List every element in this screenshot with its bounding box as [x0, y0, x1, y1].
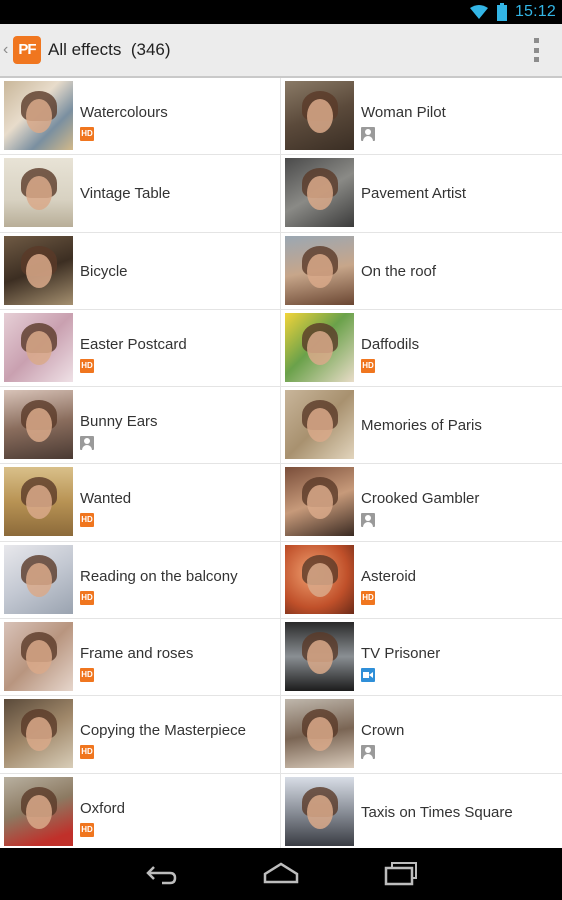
page-title: All effects (346) [48, 40, 171, 59]
effect-item[interactable]: TV Prisoner [281, 619, 562, 697]
effect-thumbnail [4, 699, 73, 769]
hd-badge: HD [361, 590, 375, 605]
person-icon [80, 436, 94, 451]
effect-item[interactable]: Wanted HD [0, 464, 281, 542]
effect-thumbnail [285, 776, 354, 846]
hd-badge: HD [80, 513, 94, 528]
effect-name: Bicycle [80, 262, 128, 280]
effect-name: TV Prisoner [361, 645, 441, 663]
effect-item[interactable]: On the roof [281, 233, 562, 310]
effect-name: Crown [361, 722, 405, 740]
action-bar: ‹ PF All effects (346) [0, 24, 562, 78]
app-logo-text: PF [18, 41, 36, 58]
effect-thumbnail [4, 235, 73, 305]
effect-thumbnail [285, 622, 354, 692]
effect-item[interactable]: Reading on the balcony HD [0, 541, 281, 620]
status-bar: 15:12 [0, 0, 562, 24]
effect-name: Easter Postcard [80, 335, 187, 353]
up-caret-icon[interactable]: ‹ [3, 41, 11, 59]
effect-item[interactable]: Oxford HD [0, 773, 281, 851]
video-icon [361, 668, 375, 683]
effect-name: Asteroid [361, 567, 417, 585]
hd-badge: HD [80, 745, 94, 760]
app-logo[interactable]: PF [13, 36, 41, 64]
effect-thumbnail [4, 390, 73, 460]
effect-item[interactable]: Easter Postcard HD [0, 309, 281, 388]
effect-thumbnail [285, 235, 354, 305]
effect-thumbnail [4, 467, 73, 537]
status-icons: 15:12 [469, 0, 556, 24]
effect-name: Crooked Gambler [361, 490, 480, 508]
effect-thumbnail [285, 158, 354, 228]
status-time: 15:12 [514, 3, 556, 20]
navigation-bar [0, 848, 562, 900]
effect-name: Reading on the balcony [80, 567, 238, 585]
effect-item[interactable]: Taxis on Times Square [281, 774, 562, 851]
effect-item[interactable]: Bunny Ears [0, 387, 281, 465]
overflow-menu-icon[interactable] [534, 38, 540, 62]
effect-item[interactable]: Watercolours HD [0, 78, 281, 156]
recent-apps-icon[interactable] [384, 860, 418, 886]
effect-item[interactable]: Pavement Artist [281, 155, 562, 233]
hd-badge: HD [80, 127, 94, 141]
person-icon [361, 513, 375, 528]
effect-item[interactable]: Frame and roses HD [0, 619, 281, 697]
hd-badge: HD [80, 668, 94, 683]
effect-name: Watercolours [80, 104, 168, 121]
effect-item[interactable]: Vintage Table [0, 155, 281, 233]
effect-item[interactable]: Asteroid HD [281, 542, 562, 620]
wifi-icon [469, 5, 488, 19]
effect-thumbnail [285, 544, 354, 614]
effect-thumbnail [4, 776, 73, 846]
home-icon[interactable] [263, 860, 299, 886]
effects-grid: Watercolours HD Woman Pilot Vintage Table Pa… [0, 78, 562, 851]
effect-item[interactable]: Crown [281, 696, 562, 774]
effect-thumbnail [4, 544, 73, 614]
effect-name: Frame and roses [80, 645, 194, 663]
person-icon [361, 745, 375, 760]
effect-name: Bunny Ears [80, 413, 158, 431]
effect-thumbnail [285, 81, 354, 150]
hd-badge: HD [80, 358, 94, 373]
effect-name: Copying the Masterpiece [80, 722, 246, 740]
hd-badge: HD [80, 590, 94, 605]
effect-thumbnail [285, 312, 354, 382]
effect-thumbnail [285, 699, 354, 769]
effect-name: Vintage Table [80, 185, 171, 203]
effect-item[interactable]: Memories of Paris [281, 387, 562, 465]
effect-item[interactable]: Woman Pilot [281, 78, 562, 156]
effect-name: Oxford [80, 799, 126, 817]
effect-item[interactable]: Daffodils HD [281, 310, 562, 388]
effect-thumbnail [4, 312, 73, 382]
effect-thumbnail [4, 158, 73, 228]
person-icon [361, 127, 375, 141]
effect-item[interactable]: Bicycle [0, 232, 281, 310]
effect-thumbnail [4, 622, 73, 692]
back-icon[interactable] [144, 860, 178, 886]
effect-name: On the roof [361, 262, 437, 280]
battery-icon [496, 3, 507, 21]
effect-thumbnail [285, 390, 354, 460]
effect-item[interactable]: Copying the Masterpiece HD [0, 696, 281, 774]
effect-name: Wanted [80, 490, 132, 508]
effect-item[interactable]: Crooked Gambler [281, 464, 562, 542]
effect-name: Daffodils [361, 335, 420, 353]
hd-badge: HD [80, 822, 94, 837]
effect-thumbnail [285, 467, 354, 537]
hd-badge: HD [361, 358, 375, 373]
effect-name: Taxis on Times Square [361, 803, 513, 821]
effect-name: Pavement Artist [361, 185, 467, 203]
effect-name: Woman Pilot [361, 104, 446, 121]
effect-name: Memories of Paris [361, 417, 482, 435]
effect-thumbnail [4, 81, 73, 150]
